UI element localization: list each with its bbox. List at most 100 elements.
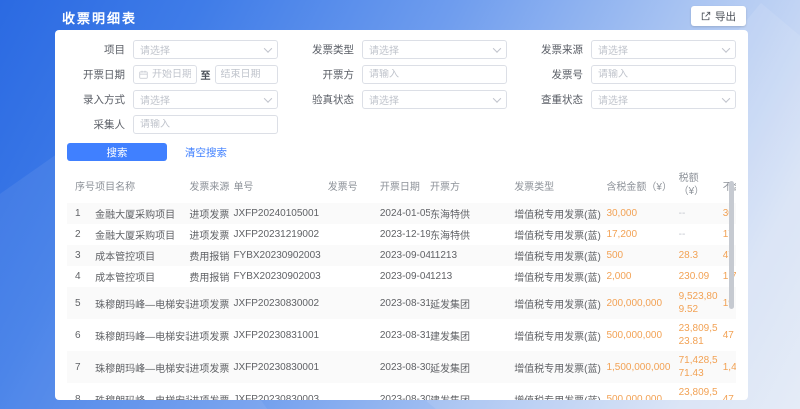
invoice-source-select[interactable]: 请选择 (591, 40, 736, 59)
cell-invoice_no (328, 319, 380, 351)
date-range-separator: 至 (201, 67, 211, 82)
filter-field-invoice-no: 发票号 (525, 65, 736, 84)
entry-method-select[interactable]: 请选择 (133, 90, 278, 109)
export-button-label: 导出 (715, 9, 736, 24)
chevron-down-icon (264, 44, 272, 52)
table-row: 2金融大厦采购项目进项发票JXFP202312190022023-12-19东海… (67, 224, 736, 245)
column-header: 发票来源 (189, 167, 233, 203)
verify-status-label: 验真状态 (296, 92, 354, 107)
cell-source: 进项发票 (189, 224, 233, 245)
table-row: 8珠穆朗玛峰—电梯安装进项发票JXFP202308300032023-08-30… (67, 383, 736, 400)
cell-issuer: 东海特供 (430, 203, 514, 224)
collector-label: 采集人 (67, 117, 125, 132)
table-header-row: 序号项目名称发票来源单号发票号开票日期开票方发票类型含税金额（¥）税额（¥）不含… (67, 167, 736, 203)
filter-form: 项目 请选择 发票类型 请选择 发票来源 请选择 开票日期 (55, 30, 748, 134)
vertical-scrollbar[interactable] (729, 181, 734, 309)
chevron-down-icon (493, 44, 501, 52)
table-row: 4成本管控项目费用报销FYBX202309020032023-09-041213… (67, 266, 736, 287)
cell-source: 进项发票 (189, 287, 233, 319)
filter-field-project: 项目 请选择 (67, 40, 278, 59)
cell-no: 6 (67, 319, 95, 351)
verify-status-select[interactable]: 请选择 (362, 90, 507, 109)
cell-date: 2023-12-19 (380, 224, 430, 245)
filter-field-verify-status: 验真状态 请选择 (296, 90, 507, 109)
start-date-input[interactable] (133, 65, 197, 84)
cell-date: 2023-08-30 (380, 351, 430, 383)
cell-invoice_no (328, 203, 380, 224)
start-date-field[interactable] (152, 69, 191, 80)
cell-tax: 23,809,523.81 (679, 383, 723, 400)
verify-status-select-placeholder: 请选择 (369, 92, 494, 107)
cell-issuer: 延发集团 (430, 351, 514, 383)
filter-actions: 搜索 清空搜索 (67, 143, 748, 161)
filter-field-entry-method: 录入方式 请选择 (67, 90, 278, 109)
cell-amount_with_tax: 30,000 (606, 203, 678, 224)
export-button[interactable]: 导出 (691, 6, 746, 26)
cell-type: 增值税专用发票(蓝) (514, 245, 606, 266)
invoice-date-range: 至 (133, 65, 278, 84)
cell-invoice_no (328, 245, 380, 266)
cell-project: 金融大厦采购项目 (95, 224, 189, 245)
issuer-input[interactable] (362, 65, 507, 84)
issuer-field[interactable] (369, 69, 500, 80)
project-select-placeholder: 请选择 (140, 42, 265, 57)
clear-search-button[interactable]: 清空搜索 (185, 145, 227, 160)
cell-invoice_no (328, 287, 380, 319)
filter-field-invoice-source: 发票来源 请选择 (525, 40, 736, 59)
cell-amount_with_tax: 200,000,000 (606, 287, 678, 319)
cell-no: 7 (67, 351, 95, 383)
collector-field[interactable] (140, 119, 271, 130)
cell-invoice_no (328, 383, 380, 400)
table-viewport: 序号项目名称发票来源单号发票号开票日期开票方发票类型含税金额（¥）税额（¥）不含… (67, 167, 736, 400)
cell-date: 2024-01-05 (380, 203, 430, 224)
cell-source: 进项发票 (189, 351, 233, 383)
duplicate-status-select-placeholder: 请选择 (598, 92, 723, 107)
cell-type: 增值税专用发票(蓝) (514, 351, 606, 383)
table-row: 5珠穆朗玛峰—电梯安装进项发票JXFP20230830002 2023-08-31… (67, 287, 736, 319)
cell-type: 增值税专用发票(蓝) (514, 203, 606, 224)
invoice-no-field[interactable] (598, 69, 729, 80)
cell-project: 珠穆朗玛峰—电梯安装 (95, 287, 189, 319)
cell-issuer: 东海特供 (430, 224, 514, 245)
invoice-type-label: 发票类型 (296, 42, 354, 57)
cell-tax: 71,428,571.43 (679, 351, 723, 383)
project-select[interactable]: 请选择 (133, 40, 278, 59)
search-button[interactable]: 搜索 (67, 143, 167, 161)
cell-type: 增值税专用发票(蓝) (514, 287, 606, 319)
cell-tax: 9,523,809.52 (679, 287, 723, 319)
collector-input[interactable] (133, 115, 278, 134)
cell-date: 2023-08-31 (380, 319, 430, 351)
cell-issuer: 11213 (430, 245, 514, 266)
duplicate-status-select[interactable]: 请选择 (591, 90, 736, 109)
filter-field-invoice-date: 开票日期 至 (67, 65, 278, 84)
column-header: 项目名称 (95, 167, 189, 203)
cell-project: 珠穆朗玛峰—电梯安装 (95, 319, 189, 351)
invoice-no-input[interactable] (591, 65, 736, 84)
cell-no: 8 (67, 383, 95, 400)
cell-order_no: JXFP20230831001 (233, 319, 327, 351)
cell-invoice_no (328, 224, 380, 245)
cell-order_no: FYBX20230902003 (233, 245, 327, 266)
cell-amount_with_tax: 500,000,000 (606, 383, 678, 400)
cell-type: 增值税专用发票(蓝) (514, 266, 606, 287)
column-header: 含税金额（¥） (606, 167, 678, 203)
cell-date: 2023-08-31 (380, 287, 430, 319)
invoice-no-label: 发票号 (525, 67, 583, 82)
cell-issuer: 延发集团 (430, 287, 514, 319)
cell-project: 珠穆朗玛峰—电梯安装 (95, 351, 189, 383)
end-date-field[interactable] (221, 69, 273, 80)
column-header: 单号 (233, 167, 327, 203)
cell-no: 4 (67, 266, 95, 287)
cell-amount_with_tax: 500 (606, 245, 678, 266)
cell-tax: -- (679, 224, 723, 245)
cell-no: 5 (67, 287, 95, 319)
invoice-type-select[interactable]: 请选择 (362, 40, 507, 59)
cell-order_no: JXFP20230830002 (233, 287, 327, 319)
end-date-input[interactable] (215, 65, 279, 84)
cell-project: 成本管控项目 (95, 266, 189, 287)
cell-date: 2023-09-04 (380, 266, 430, 287)
cell-tax: -- (679, 203, 723, 224)
invoice-table: 序号项目名称发票来源单号发票号开票日期开票方发票类型含税金额（¥）税额（¥）不含… (67, 167, 736, 400)
table-row: 1金融大厦采购项目进项发票JXFP202401050012024-01-05东海… (67, 203, 736, 224)
invoice-source-select-placeholder: 请选择 (598, 42, 723, 57)
